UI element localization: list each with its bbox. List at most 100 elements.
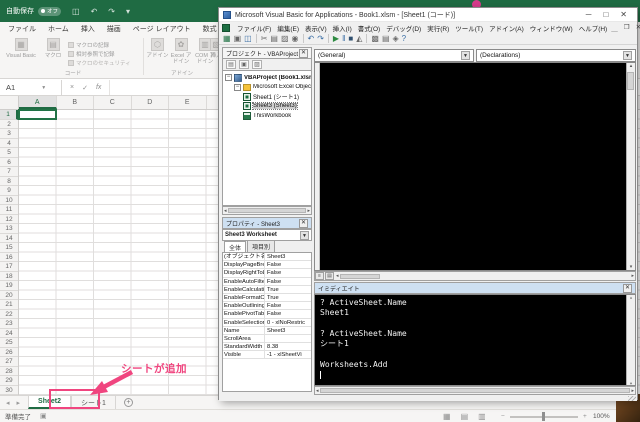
code-editor-area[interactable]: ▴ ▾ <box>314 62 636 271</box>
select-all-corner[interactable] <box>0 96 19 109</box>
row-header-17[interactable]: 17 <box>0 262 18 272</box>
row-header-20[interactable]: 20 <box>0 291 18 300</box>
zoom-in-button[interactable]: + <box>583 413 587 420</box>
vba-titlebar[interactable]: Microsoft Visual Basic for Applications … <box>219 8 637 22</box>
row-header-27[interactable]: 27 <box>0 357 18 367</box>
paste-icon[interactable]: ▨ <box>281 34 289 44</box>
reset-icon[interactable]: ■ <box>348 34 353 44</box>
vba-menu-edit[interactable]: 編集(E) <box>274 23 302 33</box>
macros-button[interactable]: ▤ マクロ <box>40 38 66 59</box>
property-row[interactable]: StandardWidth 8.38 <box>223 343 311 352</box>
breakpoint-margin[interactable] <box>315 63 320 270</box>
row-header-9[interactable]: 9 <box>0 186 18 196</box>
property-row[interactable]: (オブジェクト名) Sheet3 <box>223 253 311 262</box>
column-header-e[interactable]: E <box>169 96 207 109</box>
scroll-thumb[interactable] <box>319 388 631 393</box>
scroll-left-icon[interactable]: ◂ <box>336 273 339 279</box>
mdi-restore-icon[interactable]: ❐ <box>624 23 630 33</box>
vba-menu-window[interactable]: ウィンドウ(W) <box>527 23 576 33</box>
row-header-18[interactable]: 18 <box>0 272 18 281</box>
procedure-view-icon[interactable]: ≡ <box>315 272 324 280</box>
scroll-thumb[interactable] <box>339 273 380 279</box>
insert-function-icon[interactable]: fx <box>96 84 101 91</box>
property-row[interactable]: EnableFormatCo True <box>223 293 311 303</box>
vba-menu-add-ins[interactable]: アドイン(A) <box>486 23 527 33</box>
scroll-up-icon[interactable]: ▴ <box>630 63 633 69</box>
scroll-left-icon[interactable]: ◂ <box>224 208 227 214</box>
zoom-slider-thumb[interactable] <box>542 412 545 421</box>
save-icon[interactable]: ◫ <box>244 34 252 44</box>
ribbon-tab-draw[interactable]: 描画 <box>101 24 127 34</box>
immediate-vscrollbar[interactable]: ▴ ▾ <box>626 295 635 385</box>
row-header-14[interactable]: 14 <box>0 234 18 243</box>
row-header-30[interactable]: 30 <box>0 386 18 395</box>
redo-icon[interactable]: ↷ <box>108 7 115 16</box>
name-box[interactable]: A1 ▼ <box>0 80 62 95</box>
ribbon-tab-file[interactable]: ファイル <box>2 24 42 34</box>
property-row[interactable]: EnableAutoFilter False <box>223 277 311 286</box>
row-header-24[interactable]: 24 <box>0 329 18 338</box>
record-macro-button[interactable]: マクロの記録 <box>68 40 131 49</box>
row-header-22[interactable]: 22 <box>0 310 18 319</box>
tab-categorized[interactable]: 項目別 <box>247 240 276 252</box>
enter-icon[interactable]: ✓ <box>82 84 88 92</box>
property-row[interactable]: EnablePivotTable False <box>223 310 311 319</box>
property-row[interactable]: EnableCalculatio True <box>223 285 311 294</box>
tree-item-3[interactable]: Sheet3 (Sheet3) <box>223 102 311 112</box>
resize-grip[interactable] <box>628 396 636 401</box>
scroll-left-icon[interactable]: ◂ <box>316 388 319 394</box>
normal-view-icon[interactable]: ▦ <box>443 412 451 421</box>
property-row[interactable]: Name Sheet3 <box>223 326 311 335</box>
scroll-up-icon[interactable]: ▴ <box>629 295 632 301</box>
row-header-29[interactable]: 29 <box>0 376 18 386</box>
minimize-icon[interactable]: ─ <box>586 10 592 19</box>
row-header-7[interactable]: 7 <box>0 167 18 177</box>
row-header-25[interactable]: 25 <box>0 338 18 348</box>
property-row[interactable]: ScrollArea <box>223 334 311 344</box>
property-row[interactable]: EnableOutlining False <box>223 302 311 311</box>
immediate-window-header[interactable]: イミディエイト ✕ <box>314 282 636 294</box>
break-icon[interactable]: ‖ <box>342 34 345 44</box>
vba-menu-view[interactable]: 表示(V) <box>302 23 330 33</box>
cut-icon[interactable]: ✂ <box>261 34 268 44</box>
object-browser-icon[interactable]: ◈ <box>393 34 399 44</box>
full-module-view-icon[interactable]: ▤ <box>325 272 334 280</box>
excel-addins-button[interactable]: ✿ Excel アドイン <box>169 38 193 65</box>
vba-menu-help[interactable]: ヘルプ(H) <box>576 23 611 33</box>
view-object-icon[interactable]: ▣ <box>234 34 242 44</box>
vba-menu-debug[interactable]: デバッグ(D) <box>383 23 424 33</box>
redo-icon[interactable]: ↷ <box>317 34 324 44</box>
vba-menu-format[interactable]: 書式(O) <box>355 23 383 33</box>
row-header-16[interactable]: 16 <box>0 253 18 262</box>
row-header-13[interactable]: 13 <box>0 224 18 234</box>
cancel-icon[interactable]: × <box>70 84 74 91</box>
row-header-5[interactable]: 5 <box>0 148 18 158</box>
autosave-toggle[interactable]: オフ <box>38 6 62 16</box>
immediate-window[interactable]: ? ActiveSheet.Name Sheet1? ActiveSheet.Na… <box>314 294 636 386</box>
ribbon-tab-insert[interactable]: 挿入 <box>75 24 101 34</box>
property-row[interactable]: EnableSelection 0 - xlNoRestric <box>223 318 311 327</box>
tree-item-0[interactable]: − VBAProject (Book1.xlsm) <box>223 73 311 83</box>
vba-menu-file[interactable]: ファイル(F) <box>234 23 274 33</box>
tree-item-2[interactable]: Sheet1 (シート1) <box>223 92 311 102</box>
scroll-thumb[interactable] <box>227 208 307 213</box>
row-header-26[interactable]: 26 <box>0 348 18 357</box>
code-hscrollbar[interactable]: ≡ ▤ ◂ ▸ <box>314 271 636 281</box>
find-icon[interactable]: ◉ <box>292 34 299 44</box>
row-header-19[interactable]: 19 <box>0 281 18 291</box>
row-header-28[interactable]: 28 <box>0 367 18 376</box>
column-header-a[interactable]: A <box>19 96 57 109</box>
vba-menu-tools[interactable]: ツール(T) <box>452 23 486 33</box>
vba-menu-run[interactable]: 実行(R) <box>424 23 452 33</box>
copy-icon[interactable]: ▤ <box>270 34 278 44</box>
page-break-view-icon[interactable]: ▥ <box>478 412 486 421</box>
visual-basic-button[interactable]: ▦ Visual Basic <box>4 38 38 59</box>
chevron-down-icon[interactable]: ▼ <box>461 51 470 60</box>
selected-cell-a1[interactable] <box>18 109 57 120</box>
run-icon[interactable]: ▶ <box>333 34 339 44</box>
project-explorer-icon[interactable]: ▩ <box>371 34 379 44</box>
procedure-dropdown[interactable]: (Declarations) ▼ <box>476 49 636 62</box>
project-explorer-header[interactable]: プロジェクト - VBAProject ✕ <box>222 47 312 59</box>
customize-toolbar-icon[interactable]: ▾ <box>126 7 130 16</box>
column-header-b[interactable]: B <box>57 96 94 109</box>
